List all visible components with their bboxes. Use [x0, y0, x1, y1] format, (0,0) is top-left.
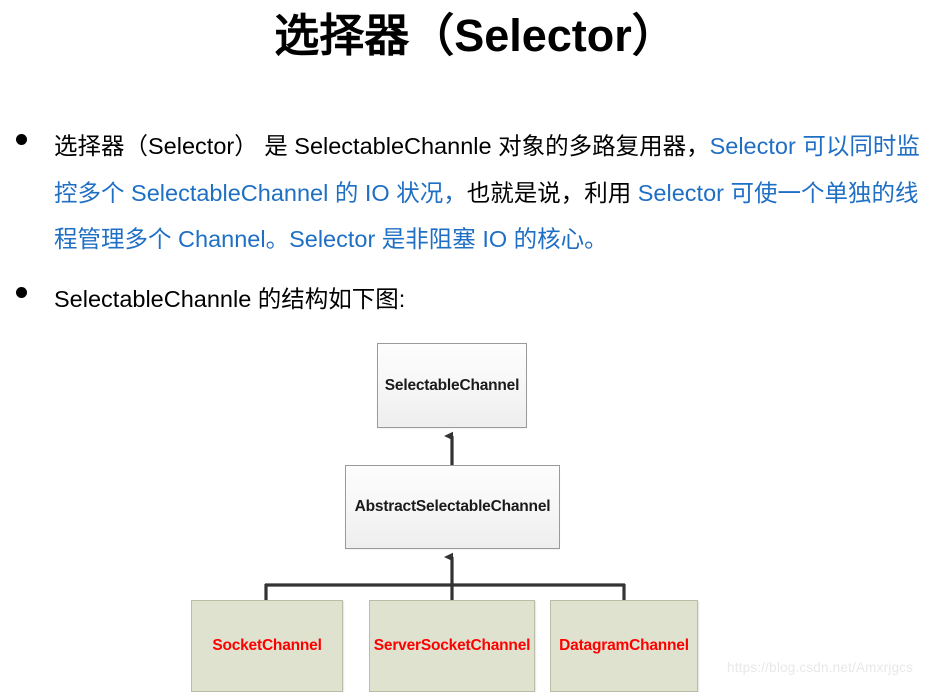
bullet-2-run-1: SelectableChannle 的结构如下图:: [54, 286, 406, 312]
watermark-text: https://blog.csdn.net/Amxrjgcs: [727, 660, 914, 675]
diagram-node-socketchannel[interactable]: SocketChannel: [191, 600, 343, 692]
diagram-node-label: SelectableChannel: [384, 376, 520, 394]
bullet-marker-icon: [16, 287, 27, 298]
diagram-node-label: ServerSocketChannel: [373, 637, 531, 654]
bullet-marker-icon: [16, 134, 27, 145]
diagram-node-label: AbstractSelectableChannel: [354, 498, 551, 515]
diagram-node-label: DatagramChannel: [559, 637, 689, 654]
bullet-text-1: 选择器（Selector） 是 SelectableChannle 对象的多路复…: [54, 123, 939, 263]
bullet-1-run-3: 也就是说，利用: [466, 179, 638, 206]
bullet-item-2: SelectableChannle 的结构如下图:: [14, 276, 939, 323]
diagram-node-selectablechannel[interactable]: SelectableChannel: [377, 343, 527, 428]
diagram-node-abstractselectablechannel[interactable]: AbstractSelectableChannel: [345, 465, 560, 549]
diagram-node-serversocketchannel[interactable]: ServerSocketChannel: [369, 600, 535, 692]
diagram-node-label: SocketChannel: [212, 637, 322, 654]
slide-canvas: 选择器（Selector） 选择器（Selector） 是 Selectable…: [0, 0, 951, 692]
bullet-item-1: 选择器（Selector） 是 SelectableChannle 对象的多路复…: [14, 123, 939, 263]
diagram-node-datagramchannel[interactable]: DatagramChannel: [550, 600, 698, 692]
bullet-text-2: SelectableChannle 的结构如下图:: [54, 276, 939, 323]
bullet-1-run-1: 选择器（Selector） 是 SelectableChannle 对象的多路复…: [54, 133, 710, 159]
page-title: 选择器（Selector）: [274, 10, 677, 61]
